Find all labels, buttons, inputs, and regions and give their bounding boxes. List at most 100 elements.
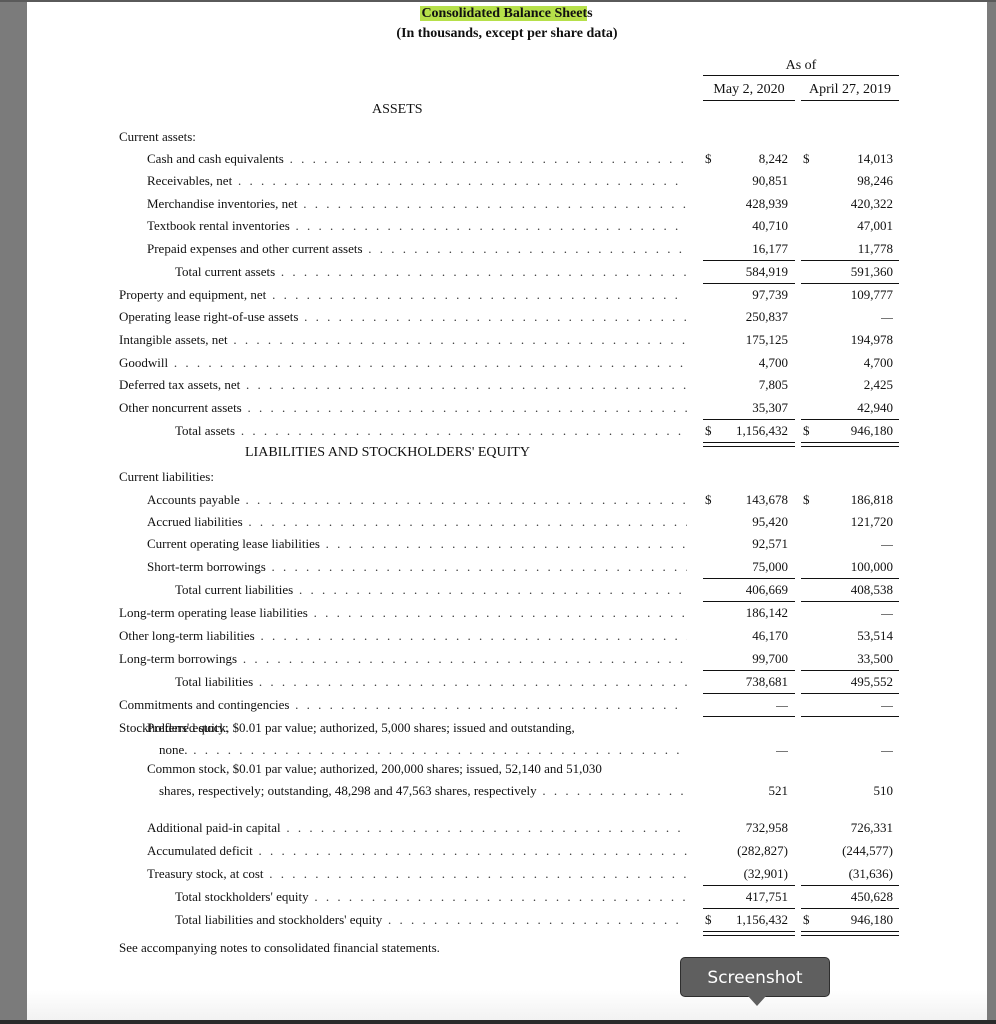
nil-dash [881, 544, 893, 546]
table-row: Merchandise inventories, net . . . . . .… [27, 195, 987, 217]
total-double-rule [703, 931, 795, 936]
value-2020: 175,125 [745, 332, 788, 347]
table-row: Total liabilities . . . . . . . . . . . … [27, 673, 987, 695]
row-label-continued: shares, respectively; outstanding, 48,29… [159, 783, 687, 798]
value-2020: 8,242 [758, 151, 788, 166]
value-2020: 46,170 [752, 628, 788, 643]
row-label: Other long-term liabilities . . . . . . … [119, 628, 687, 643]
value-2020: 406,669 [745, 582, 788, 597]
row-label: Current liabilities: [119, 469, 214, 484]
as-of-header: As of [703, 58, 899, 76]
value-2019: 450,628 [850, 889, 893, 904]
table-row: Intangible assets, net . . . . . . . . .… [27, 331, 987, 353]
value-2019: 53,514 [857, 628, 893, 643]
row-label: Cash and cash equivalents . . . . . . . … [147, 151, 687, 166]
table-row: Accounts payable . . . . . . . . . . . .… [27, 491, 987, 513]
row-label: Additional paid-in capital . . . . . . .… [147, 820, 687, 835]
window-bottom-border [0, 1020, 996, 1024]
row-label: Preferred stock, $0.01 par value; author… [147, 720, 575, 735]
value-2019 [801, 535, 893, 553]
subtotal-rule [703, 260, 795, 261]
subtotal-rule [703, 283, 795, 284]
screenshot-tooltip: Screenshot [680, 957, 830, 997]
value-2020: 95,420 [752, 514, 788, 529]
value-2019: 33,500 [857, 651, 893, 666]
table-row: Total stockholders' equity . . . . . . .… [27, 888, 987, 910]
row-label: Accumulated deficit . . . . . . . . . . … [147, 843, 687, 858]
value-2020: (32,901) [743, 866, 788, 881]
row-label: Total liabilities and stockholders' equi… [175, 912, 687, 927]
nil-dash [881, 613, 893, 615]
row-label: Long-term borrowings . . . . . . . . . .… [119, 651, 687, 666]
row-label: Common stock, $0.01 par value; authorize… [147, 761, 602, 776]
table-row: Accumulated deficit . . . . . . . . . . … [27, 842, 987, 864]
value-2020: 1,156,432 [736, 912, 788, 927]
table-row: Long-term borrowings . . . . . . . . . .… [27, 650, 987, 672]
row-label: Receivables, net . . . . . . . . . . . .… [147, 173, 687, 188]
value-2020: 4,700 [758, 355, 788, 370]
document-subtitle: (In thousands, except per share data) [396, 26, 618, 41]
value-2019: 98,246 [857, 173, 893, 188]
subtotal-rule [703, 716, 795, 717]
row-label: Accounts payable . . . . . . . . . . . .… [147, 492, 687, 507]
table-row: Accrued liabilities . . . . . . . . . . … [27, 513, 987, 535]
value-2020 [703, 696, 788, 714]
table-row: Other long-term liabilities . . . . . . … [27, 627, 987, 649]
value-2019: (31,636) [848, 866, 893, 881]
row-label: Total current assets . . . . . . . . . .… [175, 264, 687, 279]
section-header-liabilities-equity: LIABILITIES AND STOCKHOLDERS' EQUITY [245, 445, 530, 460]
footnote: See accompanying notes to consolidated f… [119, 940, 440, 955]
subtotal-rule [801, 578, 899, 579]
value-2020: 40,710 [752, 218, 788, 233]
column-header-2019: April 27, 2019 [801, 82, 899, 101]
table-row: Current assets: [27, 128, 987, 150]
value-2020: 250,837 [745, 309, 788, 324]
value-2019: 42,940 [857, 400, 893, 415]
table-row: Long-term operating lease liabilities . … [27, 604, 987, 626]
table-row: Textbook rental inventories . . . . . . … [27, 217, 987, 239]
value-2020: 143,678 [745, 492, 788, 507]
nil-dash [881, 705, 893, 707]
row-label: Goodwill . . . . . . . . . . . . . . . .… [119, 355, 687, 370]
table-row: Property and equipment, net . . . . . . … [27, 286, 987, 308]
value-2020: 16,177 [752, 241, 788, 256]
value-2019 [801, 741, 893, 759]
subtotal-rule [703, 908, 795, 909]
subtotal-rule [801, 908, 899, 909]
value-2019: 510 [873, 783, 894, 798]
subtotal-rule [801, 885, 899, 886]
value-2019: (244,577) [842, 843, 893, 858]
value-2019: 47,001 [857, 218, 893, 233]
value-2020: 97,739 [752, 287, 788, 302]
row-label: Total liabilities . . . . . . . . . . . … [175, 674, 687, 689]
section-header-assets: ASSETS [372, 102, 423, 117]
value-2020: (282,827) [737, 843, 788, 858]
title-wrap: Consolidated Balance Sheets [27, 4, 987, 22]
subtotal-rule [703, 601, 795, 602]
table-row: Goodwill . . . . . . . . . . . . . . . .… [27, 354, 987, 376]
row-label: Other noncurrent assets . . . . . . . . … [119, 400, 687, 415]
value-2020: 417,751 [745, 889, 788, 904]
table-row: Common stock, $0.01 par value; authorize… [27, 761, 987, 804]
value-2020: 521 [768, 783, 789, 798]
subtotal-rule [801, 601, 899, 602]
value-2019: 420,322 [850, 196, 893, 211]
row-label: Total stockholders' equity . . . . . . .… [175, 889, 687, 904]
value-2019 [801, 308, 893, 326]
value-2019: 4,700 [863, 355, 893, 370]
row-label: Current assets: [119, 129, 196, 144]
row-label: Short-term borrowings . . . . . . . . . … [147, 559, 687, 574]
subtotal-rule [801, 260, 899, 261]
value-2019 [801, 604, 893, 622]
value-2019: 100,000 [850, 559, 893, 574]
document-title[interactable]: Consolidated Balance Sheets [420, 6, 594, 21]
table-row: Cash and cash equivalents . . . . . . . … [27, 150, 987, 172]
table-row: Total current liabilities . . . . . . . … [27, 581, 987, 603]
column-header-2020: May 2, 2020 [703, 82, 795, 101]
subtotal-rule [703, 885, 795, 886]
row-label: Merchandise inventories, net . . . . . .… [147, 196, 687, 211]
value-2019 [801, 696, 893, 714]
row-label: Total assets . . . . . . . . . . . . . .… [175, 423, 687, 438]
table-row: Total assets . . . . . . . . . . . . . .… [27, 422, 987, 447]
document-page: Consolidated Balance Sheets (In thousand… [27, 2, 987, 1020]
